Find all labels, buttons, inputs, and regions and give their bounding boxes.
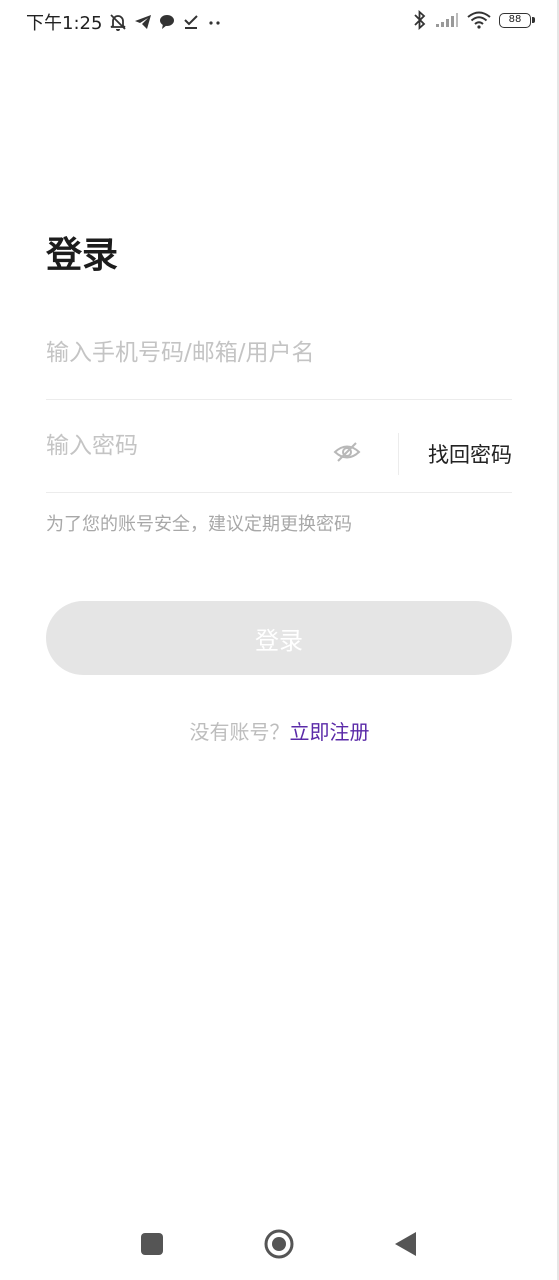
register-line: 没有账号？立即注册 xyxy=(0,716,559,745)
field-divider xyxy=(398,433,399,475)
back-icon[interactable] xyxy=(390,1228,422,1260)
forgot-password-link[interactable]: 找回密码 xyxy=(428,439,512,469)
status-right: 88 xyxy=(413,10,535,30)
signal-icon xyxy=(435,12,459,28)
account-field xyxy=(46,308,512,400)
status-bar: 下午1:25 88 xyxy=(0,0,559,42)
telegram-icon xyxy=(134,13,152,31)
register-link[interactable]: 立即注册 xyxy=(290,720,370,744)
password-input[interactable] xyxy=(46,401,316,491)
page-title: 登录 xyxy=(46,235,119,276)
password-field: 找回密码 xyxy=(46,401,512,493)
battery-icon: 88 xyxy=(499,12,535,28)
register-prompt: 没有账号？ xyxy=(189,720,290,744)
wifi-icon xyxy=(467,11,491,29)
navigation-bar xyxy=(0,1210,559,1280)
chat-icon xyxy=(158,13,176,31)
security-hint: 为了您的账号安全，建议定期更换密码 xyxy=(46,514,352,535)
home-icon[interactable] xyxy=(263,1228,295,1260)
status-time: 下午1:25 xyxy=(26,13,103,34)
account-input[interactable] xyxy=(46,308,512,398)
eye-off-icon[interactable] xyxy=(332,439,362,465)
mute-icon xyxy=(108,12,128,32)
login-button[interactable]: 登录 xyxy=(46,601,512,675)
recent-apps-icon[interactable] xyxy=(136,1228,168,1260)
status-left: 下午1:25 xyxy=(26,9,224,35)
download-done-icon xyxy=(182,13,200,31)
more-dots-icon xyxy=(206,13,224,31)
bluetooth-icon xyxy=(413,10,427,30)
